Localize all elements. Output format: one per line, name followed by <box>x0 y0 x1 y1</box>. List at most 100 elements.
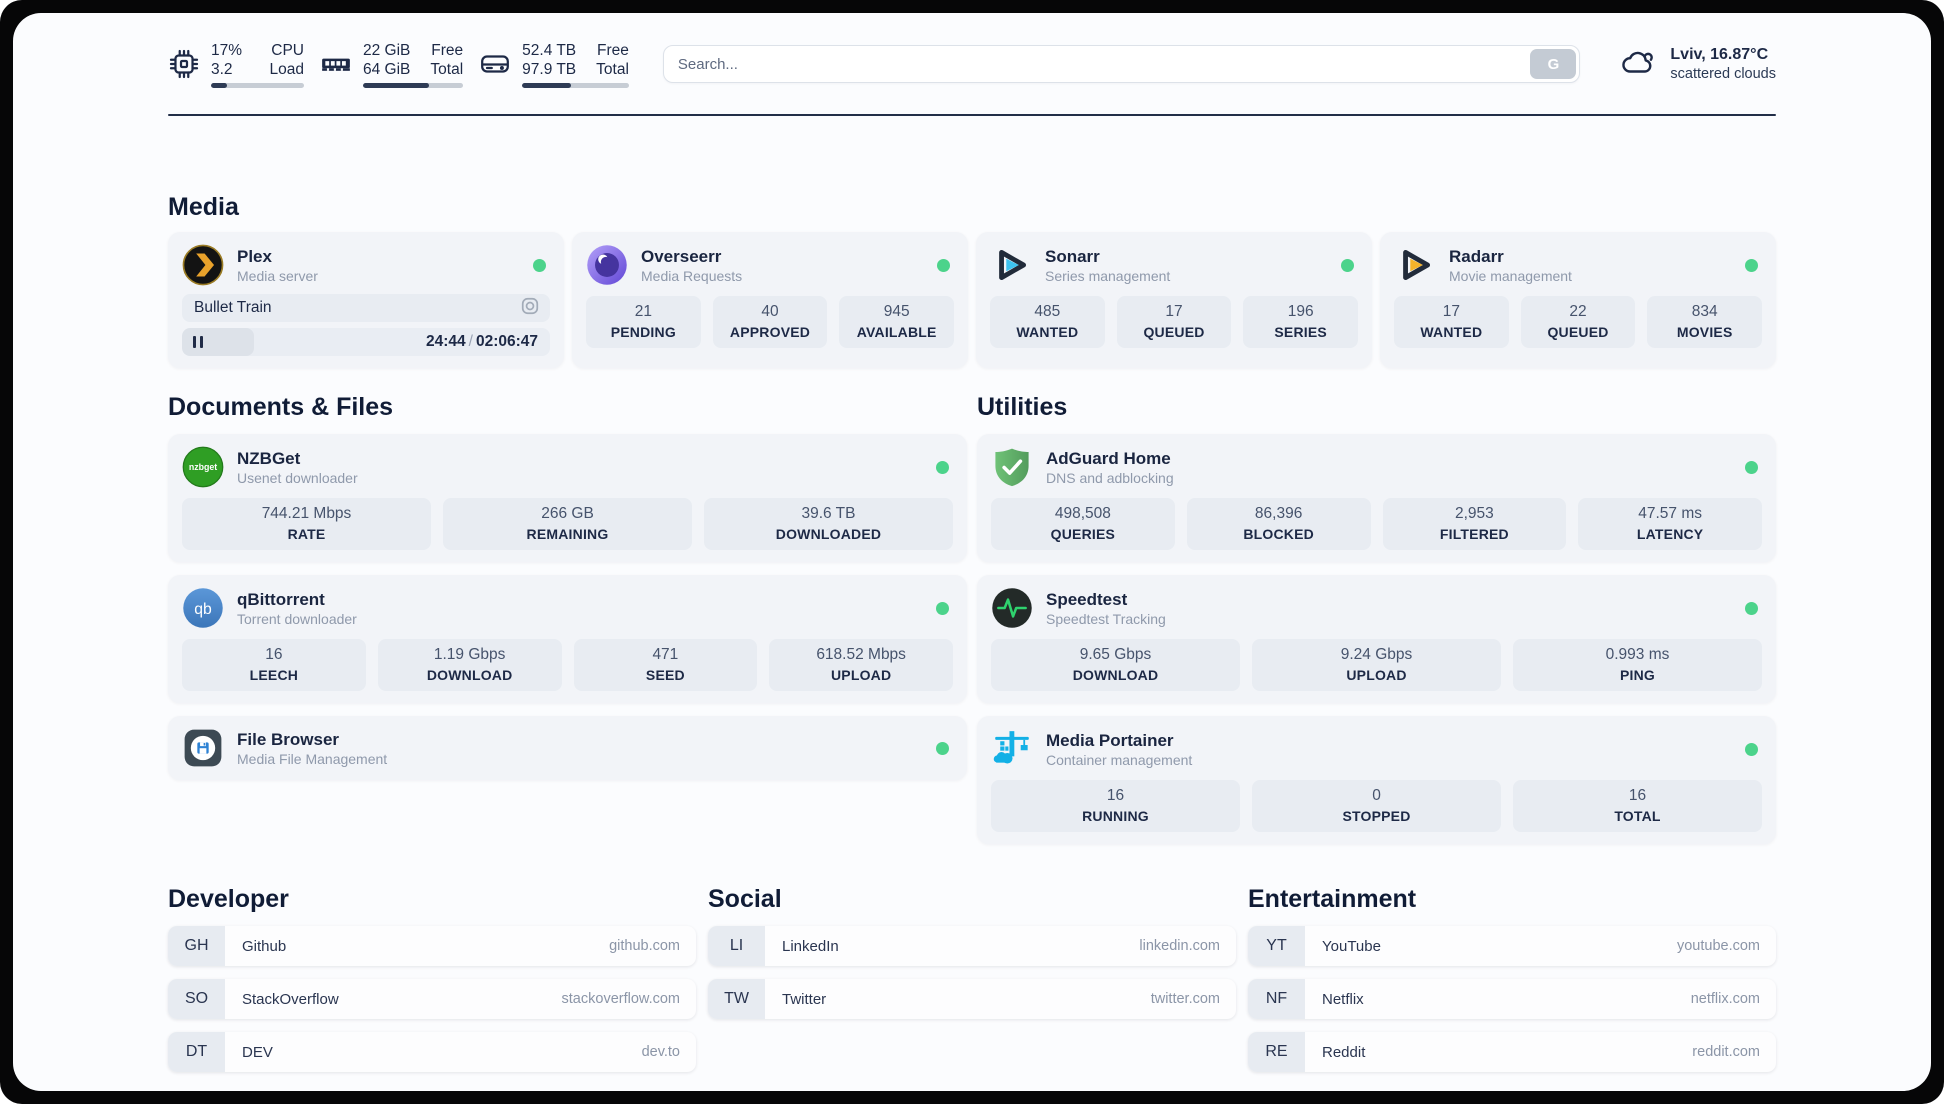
sonarr-icon <box>990 244 1032 286</box>
search-engine-button[interactable]: G <box>1530 49 1577 79</box>
playback-time: 24:44/02:06:47 <box>425 333 538 350</box>
bookmark-abbr: DT <box>168 1032 225 1072</box>
bookmark-url: youtube.com <box>1676 938 1760 954</box>
app-card-filebrowser[interactable]: File Browser Media File Management <box>168 716 967 780</box>
overseerr-icon <box>586 244 628 286</box>
bookmark-linkedin[interactable]: LI LinkedIn linkedin.com <box>708 926 1236 966</box>
app-description: DNS and adblocking <box>1046 469 1174 486</box>
now-playing-media-icon <box>520 296 540 321</box>
speedtest-icon <box>991 587 1033 629</box>
bookmark-name: LinkedIn <box>782 937 839 955</box>
app-card-radarr[interactable]: Radarr Movie management 17 WANTED 22 QUE… <box>1380 232 1776 368</box>
filebrowser-icon <box>182 727 224 769</box>
app-name: Sonarr <box>1045 246 1100 266</box>
stat-available: 945 AVAILABLE <box>839 296 955 348</box>
bookmark-name: Github <box>242 937 287 955</box>
app-card-portainer[interactable]: Media Portainer Container management 16 … <box>977 716 1776 844</box>
memory-labels: Free Total <box>430 41 464 78</box>
section-title-developer: Developer <box>168 885 289 913</box>
utilities-column: Utilities AdGuard Home DNS and adblockin… <box>977 392 1776 844</box>
search-bar: G <box>662 45 1581 83</box>
status-online-dot <box>1745 460 1758 474</box>
search-input[interactable] <box>662 45 1581 83</box>
app-card-adguard[interactable]: AdGuard Home DNS and adblocking 498,508 … <box>977 434 1776 562</box>
stat-download: 9.65 Gbps DOWNLOAD <box>991 639 1240 691</box>
app-description: Speedtest Tracking <box>1046 610 1166 627</box>
app-card-qbittorrent[interactable]: qb qBittorrent Torrent downloader 16 LEE… <box>168 575 967 703</box>
disk-values: 52.4 TB 97.9 TB <box>522 41 577 78</box>
bookmark-dev[interactable]: DT DEV dev.to <box>168 1032 696 1072</box>
bookmark-reddit[interactable]: RE Reddit reddit.com <box>1248 1032 1776 1072</box>
weather-condition: scattered clouds <box>1670 66 1776 82</box>
top-bar: 17% 3.2 CPU Load 22 GiB 64 GiB Free Tota… <box>168 40 1776 88</box>
plex-icon <box>182 244 224 286</box>
status-online-dot <box>936 741 949 755</box>
adguard-icon <box>991 446 1033 488</box>
app-name: Speedtest <box>1046 589 1128 609</box>
weather-widget: Lviv, 16.87°C scattered clouds <box>1620 45 1776 83</box>
app-name: Media Portainer <box>1046 730 1174 750</box>
stat-rate: 744.21 Mbps RATE <box>182 498 431 550</box>
cloud-icon <box>1620 47 1657 82</box>
app-description: Torrent downloader <box>237 610 357 627</box>
bookmark-github[interactable]: GH Github github.com <box>168 926 696 966</box>
bookmark-group-entertainment: Entertainment YT YouTube youtube.com NF … <box>1248 884 1776 1072</box>
bookmark-netflix[interactable]: NF Netflix netflix.com <box>1248 979 1776 1019</box>
bookmark-twitter[interactable]: TW Twitter twitter.com <box>708 979 1236 1019</box>
app-name: Plex <box>237 246 272 266</box>
ram-icon <box>320 48 352 80</box>
disk-progress-bar <box>522 82 629 88</box>
app-name: File Browser <box>237 729 340 749</box>
bookmark-abbr: NF <box>1248 979 1305 1019</box>
app-description: Media Requests <box>641 267 743 284</box>
stat-downloaded: 39.6 TB DOWNLOADED <box>704 498 953 550</box>
bookmark-name: StackOverflow <box>242 990 339 1008</box>
status-online-dot <box>1745 742 1758 756</box>
memory-values: 22 GiB 64 GiB <box>363 41 411 78</box>
pause-icon <box>193 336 203 348</box>
app-name: Radarr <box>1449 246 1504 266</box>
bookmark-abbr: GH <box>168 926 225 966</box>
bookmark-url: netflix.com <box>1690 991 1760 1007</box>
app-card-plex[interactable]: Plex Media server Bullet Train 24:44/02:… <box>168 232 564 368</box>
resource-widgets: 17% 3.2 CPU Load 22 GiB 64 GiB Free Tota… <box>168 41 629 88</box>
stat-remaining: 266 GB REMAINING <box>443 498 692 550</box>
section-title-utilities: Utilities <box>977 393 1068 421</box>
stat-leech: 16 LEECH <box>182 639 366 691</box>
bookmark-name: Twitter <box>782 990 827 1008</box>
media-grid: Plex Media server Bullet Train 24:44/02:… <box>168 232 1776 368</box>
header-divider <box>168 114 1776 116</box>
bookmark-abbr: SO <box>168 979 225 1019</box>
stat-latency: 47.57 ms LATENCY <box>1578 498 1762 550</box>
now-playing-row: Bullet Train <box>182 294 550 322</box>
stat-wanted: 485 WANTED <box>990 296 1105 348</box>
cpu-icon <box>168 48 200 80</box>
app-card-sonarr[interactable]: Sonarr Series management 485 WANTED 17 Q… <box>976 232 1372 368</box>
status-online-dot <box>937 258 950 272</box>
app-description: Usenet downloader <box>237 469 358 486</box>
bookmark-stackoverflow[interactable]: SO StackOverflow stackoverflow.com <box>168 979 696 1019</box>
bookmark-group-developer: Developer GH Github github.com SO StackO… <box>168 884 696 1072</box>
now-playing-title: Bullet Train <box>194 299 272 316</box>
bookmark-name: Reddit <box>1322 1043 1366 1061</box>
status-online-dot <box>936 601 949 615</box>
app-card-nzbget[interactable]: nzbget NZBGet Usenet downloader 744.21 M… <box>168 434 967 562</box>
bookmark-url: reddit.com <box>1692 1044 1760 1060</box>
stat-upload: 9.24 Gbps UPLOAD <box>1252 639 1501 691</box>
bookmark-url: twitter.com <box>1150 991 1220 1007</box>
documents-column: Documents & Files nzbget NZBGet Usenet d… <box>168 392 967 780</box>
section-title-social: Social <box>708 885 782 913</box>
qbittorrent-icon: qb <box>182 587 224 629</box>
disk-labels: Free Total <box>596 41 629 78</box>
bookmark-abbr: RE <box>1248 1032 1305 1072</box>
app-description: Series management <box>1045 267 1171 284</box>
app-card-speedtest[interactable]: Speedtest Speedtest Tracking 9.65 Gbps D… <box>977 575 1776 703</box>
stat-queued: 17 QUEUED <box>1116 296 1232 348</box>
stat-upload: 618.52 Mbps UPLOAD <box>769 639 953 691</box>
app-description: Container management <box>1046 751 1193 768</box>
status-online-dot <box>533 258 546 272</box>
cpu-values: 17% 3.2 <box>211 41 243 78</box>
bookmark-youtube[interactable]: YT YouTube youtube.com <box>1248 926 1776 966</box>
app-card-overseerr[interactable]: Overseerr Media Requests 21 PENDING 40 A… <box>572 232 968 368</box>
section-title-media: Media <box>168 193 239 221</box>
